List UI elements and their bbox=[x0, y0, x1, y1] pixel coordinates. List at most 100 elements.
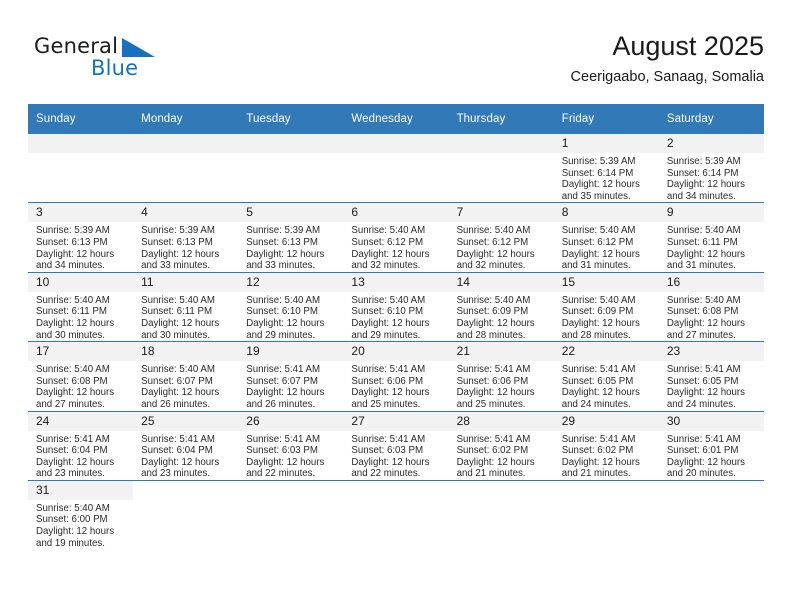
calendar-day-cell[interactable]: 9 Sunrise: 5:40 AM Sunset: 6:11 PM Daylight… bbox=[658, 202, 764, 273]
day-info-daylight2: and 19 minutes. bbox=[36, 537, 105, 549]
day-info-sunset: Sunset: 6:06 PM bbox=[351, 375, 424, 387]
weekday-header-row: Sunday Monday Tuesday Wednesday Thursday… bbox=[28, 104, 764, 134]
day-info-daylight2: and 32 minutes. bbox=[351, 260, 421, 272]
day-number: 15 bbox=[553, 272, 659, 292]
general-blue-logo[interactable]: General Blue bbox=[34, 34, 214, 94]
calendar-day-cell[interactable]: 3 Sunrise: 5:39 AM Sunset: 6:13 PM Daylight… bbox=[28, 202, 134, 273]
calendar-day-cell[interactable]: 25 Sunrise: 5:41 AM Sunset: 6:04 PM Dayligh… bbox=[133, 410, 239, 481]
calendar-day-cell[interactable]: 16 Sunrise: 5:40 AM Sunset: 6:08 PM Dayligh… bbox=[658, 271, 764, 342]
calendar-day-cell[interactable]: 11 Sunrise: 5:40 AM Sunset: 6:11 PM Dayligh… bbox=[133, 271, 239, 342]
day-info-sunset: Sunset: 6:10 PM bbox=[246, 306, 318, 318]
day-info-sunset: Sunset: 6:11 PM bbox=[141, 306, 213, 318]
page-header: General Blue August 2025 Ceerigaabo, San… bbox=[28, 30, 764, 98]
calendar-day-cell[interactable]: 28 Sunrise: 5:41 AM Sunset: 6:02 PM Dayligh… bbox=[448, 410, 554, 481]
calendar-day-cell[interactable]: 23 Sunrise: 5:41 AM Sunset: 6:05 PM Dayligh… bbox=[658, 341, 764, 411]
day-info-sunrise: Sunrise: 5:41 AM bbox=[456, 364, 531, 376]
day-sun-info: Sunrise: 5:40 AM Sunset: 6:10 PM Daylight:… bbox=[343, 292, 448, 341]
day-info-daylight1: Daylight: 12 hours bbox=[456, 317, 535, 329]
day-number: 26 bbox=[238, 411, 344, 431]
calendar-day-cell[interactable]: 18 Sunrise: 5:40 AM Sunset: 6:07 PM Dayligh… bbox=[133, 341, 239, 411]
title-block: August 2025 Ceerigaabo, Sanaag, Somalia bbox=[571, 30, 764, 86]
calendar-day-cell[interactable]: 1 Sunrise: 5:39 AM Sunset: 6:14 PM Daylight… bbox=[553, 134, 659, 203]
day-info-daylight1: Daylight: 12 hours bbox=[456, 387, 535, 399]
calendar-day-cell[interactable]: 4 Sunrise: 5:39 AM Sunset: 6:13 PM Daylight… bbox=[133, 202, 239, 273]
day-number: 11 bbox=[133, 272, 239, 292]
calendar-day-cell[interactable]: 29 Sunrise: 5:41 AM Sunset: 6:02 PM Dayligh… bbox=[553, 410, 659, 481]
calendar-day-cell[interactable]: 14 Sunrise: 5:40 AM Sunset: 6:09 PM Dayligh… bbox=[448, 271, 554, 342]
day-info-daylight1: Daylight: 12 hours bbox=[246, 387, 325, 399]
day-sun-info: Sunrise: 5:39 AM Sunset: 6:13 PM Daylight:… bbox=[133, 222, 238, 271]
day-info-daylight2: and 35 minutes. bbox=[561, 190, 631, 202]
calendar-day-cell[interactable]: 24 Sunrise: 5:41 AM Sunset: 6:04 PM Dayligh… bbox=[28, 410, 134, 481]
day-sun-info: Sunrise: 5:41 AM Sunset: 6:04 PM Daylight:… bbox=[133, 431, 238, 480]
day-info-sunset: Sunset: 6:08 PM bbox=[666, 306, 739, 318]
calendar-day-cell[interactable]: 22 Sunrise: 5:41 AM Sunset: 6:05 PM Dayligh… bbox=[553, 341, 659, 411]
calendar-cell-content: 23 Sunrise: 5:41 AM Sunset: 6:05 PM Dayligh… bbox=[658, 342, 764, 410]
calendar-cell-empty bbox=[238, 134, 344, 203]
calendar-day-cell[interactable]: 8 Sunrise: 5:40 AM Sunset: 6:12 PM Daylight… bbox=[553, 202, 659, 273]
calendar-cell-content: 29 Sunrise: 5:41 AM Sunset: 6:02 PM Dayligh… bbox=[553, 411, 659, 480]
day-info-sunset: Sunset: 6:05 PM bbox=[666, 375, 739, 387]
calendar-cell-content bbox=[343, 481, 448, 549]
day-number: 29 bbox=[553, 411, 659, 431]
calendar-day-cell[interactable]: 10 Sunrise: 5:40 AM Sunset: 6:11 PM Dayligh… bbox=[28, 271, 134, 342]
calendar-day-cell[interactable]: 2 Sunrise: 5:39 AM Sunset: 6:14 PM Daylight… bbox=[658, 134, 764, 203]
day-number bbox=[133, 134, 239, 153]
calendar-cell-content: 17 Sunrise: 5:40 AM Sunset: 6:08 PM Dayligh… bbox=[28, 342, 134, 410]
calendar-cell-content: 19 Sunrise: 5:41 AM Sunset: 6:07 PM Dayligh… bbox=[238, 342, 344, 410]
calendar-cell-content: 18 Sunrise: 5:40 AM Sunset: 6:07 PM Dayligh… bbox=[133, 342, 239, 410]
calendar-cell-empty bbox=[448, 479, 554, 550]
calendar-cell-content: 20 Sunrise: 5:41 AM Sunset: 6:06 PM Dayligh… bbox=[343, 342, 449, 410]
calendar-day-cell[interactable]: 17 Sunrise: 5:40 AM Sunset: 6:08 PM Dayligh… bbox=[28, 341, 134, 411]
day-sun-info: Sunrise: 5:40 AM Sunset: 6:11 PM Daylight:… bbox=[133, 292, 238, 341]
weekday-header-wednesday: Wednesday bbox=[343, 104, 449, 134]
day-info-daylight1: Daylight: 12 hours bbox=[36, 387, 115, 399]
calendar-day-cell[interactable]: 31 Sunrise: 5:40 AM Sunset: 6:00 PM Dayligh… bbox=[28, 479, 134, 550]
page-title: August 2025 bbox=[612, 31, 764, 61]
calendar-cell-content: 6 Sunrise: 5:40 AM Sunset: 6:12 PM Daylight… bbox=[343, 203, 449, 272]
calendar-day-cell[interactable]: 20 Sunrise: 5:41 AM Sunset: 6:06 PM Dayligh… bbox=[343, 341, 449, 411]
calendar-day-cell[interactable]: 13 Sunrise: 5:40 AM Sunset: 6:10 PM Dayligh… bbox=[343, 271, 449, 342]
day-sun-info: Sunrise: 5:41 AM Sunset: 6:06 PM Daylight:… bbox=[343, 361, 448, 410]
calendar-day-cell[interactable]: 26 Sunrise: 5:41 AM Sunset: 6:03 PM Dayligh… bbox=[238, 410, 344, 481]
day-info-daylight1: Daylight: 12 hours bbox=[351, 317, 430, 329]
day-sun-info: Sunrise: 5:40 AM Sunset: 6:11 PM Daylight:… bbox=[659, 222, 764, 271]
calendar-week-row: 10 Sunrise: 5:40 AM Sunset: 6:11 PM Dayligh… bbox=[28, 271, 764, 342]
day-info-sunrise: Sunrise: 5:39 AM bbox=[561, 156, 636, 167]
day-info-daylight2: and 28 minutes. bbox=[561, 329, 631, 341]
day-info-sunrise: Sunrise: 5:40 AM bbox=[666, 225, 741, 237]
calendar-day-cell[interactable]: 6 Sunrise: 5:40 AM Sunset: 6:12 PM Daylight… bbox=[343, 202, 449, 273]
calendar-cell-empty bbox=[238, 479, 344, 550]
day-number: 14 bbox=[448, 272, 554, 292]
calendar-week-row: 1 Sunrise: 5:39 AM Sunset: 6:14 PM Daylight… bbox=[28, 134, 764, 203]
day-info-daylight2: and 33 minutes. bbox=[246, 260, 316, 272]
day-info-daylight2: and 26 minutes. bbox=[141, 398, 211, 410]
day-info-sunset: Sunset: 6:09 PM bbox=[561, 306, 634, 318]
calendar-day-cell[interactable]: 12 Sunrise: 5:40 AM Sunset: 6:10 PM Dayligh… bbox=[238, 271, 344, 342]
calendar-day-cell[interactable]: 5 Sunrise: 5:39 AM Sunset: 6:13 PM Daylight… bbox=[238, 202, 344, 273]
day-number: 28 bbox=[448, 411, 554, 431]
calendar-cell-content: 31 Sunrise: 5:40 AM Sunset: 6:00 PM Dayligh… bbox=[28, 480, 134, 549]
day-sun-info: Sunrise: 5:39 AM Sunset: 6:13 PM Daylight:… bbox=[238, 222, 343, 271]
calendar-cell-content bbox=[449, 481, 554, 549]
calendar-table: Sunday Monday Tuesday Wednesday Thursday… bbox=[28, 104, 764, 550]
day-number: 20 bbox=[343, 342, 449, 362]
calendar-day-cell[interactable]: 7 Sunrise: 5:40 AM Sunset: 6:12 PM Daylight… bbox=[448, 202, 554, 273]
day-info-daylight2: and 20 minutes. bbox=[666, 468, 736, 480]
calendar-day-cell[interactable]: 15 Sunrise: 5:40 AM Sunset: 6:09 PM Dayligh… bbox=[553, 271, 659, 342]
day-info-daylight1: Daylight: 12 hours bbox=[561, 317, 640, 329]
calendar-cell-content bbox=[238, 481, 343, 549]
day-info-daylight2: and 22 minutes. bbox=[351, 468, 421, 480]
calendar-day-cell[interactable]: 21 Sunrise: 5:41 AM Sunset: 6:06 PM Dayligh… bbox=[448, 341, 554, 411]
calendar-cell-content: 22 Sunrise: 5:41 AM Sunset: 6:05 PM Dayligh… bbox=[553, 342, 659, 410]
day-info-daylight2: and 22 minutes. bbox=[246, 468, 316, 480]
calendar-day-cell[interactable]: 19 Sunrise: 5:41 AM Sunset: 6:07 PM Dayligh… bbox=[238, 341, 344, 411]
calendar-day-cell[interactable]: 27 Sunrise: 5:41 AM Sunset: 6:03 PM Dayligh… bbox=[343, 410, 449, 481]
calendar-day-cell[interactable]: 30 Sunrise: 5:41 AM Sunset: 6:01 PM Dayligh… bbox=[658, 410, 764, 481]
day-info-sunset: Sunset: 6:13 PM bbox=[141, 236, 213, 248]
day-info-sunset: Sunset: 6:02 PM bbox=[456, 445, 529, 457]
day-info-daylight2: and 33 minutes. bbox=[141, 260, 211, 272]
day-info-sunrise: Sunrise: 5:41 AM bbox=[561, 433, 636, 445]
day-info-sunset: Sunset: 6:14 PM bbox=[561, 167, 634, 179]
calendar-cell-content: 1 Sunrise: 5:39 AM Sunset: 6:14 PM Daylight… bbox=[553, 134, 659, 202]
